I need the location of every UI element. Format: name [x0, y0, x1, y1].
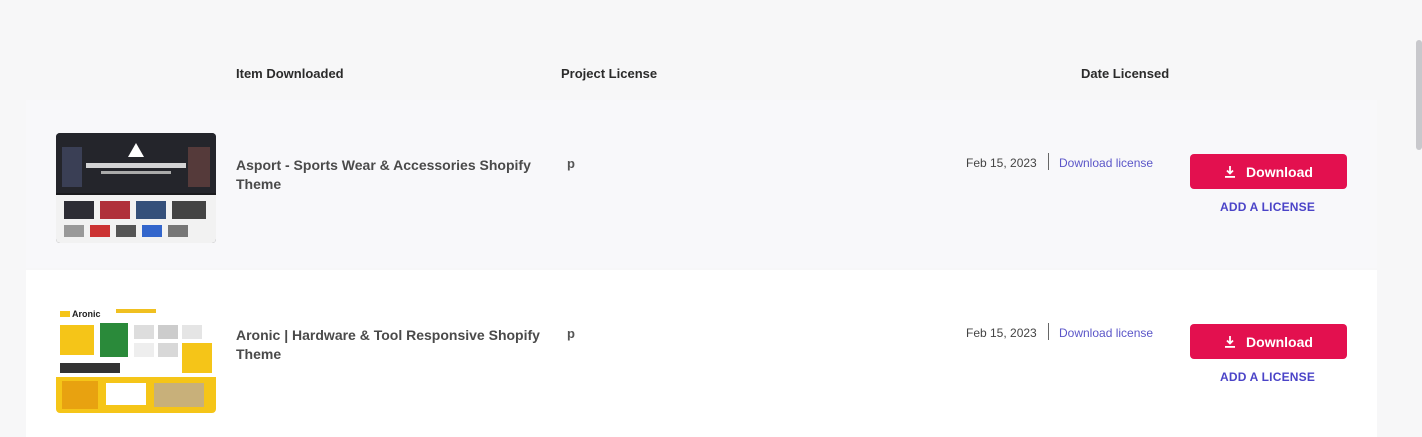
download-button[interactable]: Download — [1190, 154, 1347, 189]
download-button[interactable]: Download — [1190, 324, 1347, 359]
download-button-label: Download — [1246, 163, 1313, 180]
svg-text:Aronic: Aronic — [72, 309, 101, 319]
download-icon — [1225, 165, 1236, 178]
divider — [1048, 153, 1049, 170]
table-header: Item Downloaded Project License Date Lic… — [0, 66, 1422, 88]
table-row: Asport - Sports Wear & Accessories Shopi… — [26, 100, 1377, 268]
date-licensed: Feb 15, 2023 — [966, 156, 1037, 170]
product-thumbnail[interactable] — [56, 133, 216, 243]
product-thumbnail[interactable]: Aronic — [56, 303, 216, 413]
divider — [1048, 323, 1049, 340]
date-licensed: Feb 15, 2023 — [966, 326, 1037, 340]
header-project-license: Project License — [561, 66, 658, 81]
asport-thumbnail-image — [56, 133, 216, 243]
item-title[interactable]: Asport - Sports Wear & Accessories Shopi… — [236, 156, 566, 194]
download-license-link[interactable]: Download license — [1059, 156, 1153, 170]
header-date-licensed: Date Licensed — [1081, 66, 1170, 81]
download-button-label: Download — [1246, 333, 1313, 350]
add-license-link[interactable]: ADD A LICENSE — [1220, 370, 1315, 384]
project-license-value: p — [567, 326, 575, 341]
project-license-value: p — [567, 156, 575, 171]
table-row: Aronic Aronic | Hardware & Tool Responsi… — [26, 270, 1377, 437]
download-icon — [1225, 335, 1236, 348]
aronic-thumbnail-image: Aronic — [56, 303, 216, 413]
scrollbar[interactable] — [1416, 40, 1422, 150]
header-item-downloaded: Item Downloaded — [236, 66, 344, 81]
item-title[interactable]: Aronic | Hardware & Tool Responsive Shop… — [236, 326, 566, 364]
download-license-link[interactable]: Download license — [1059, 326, 1153, 340]
add-license-link[interactable]: ADD A LICENSE — [1220, 200, 1315, 214]
